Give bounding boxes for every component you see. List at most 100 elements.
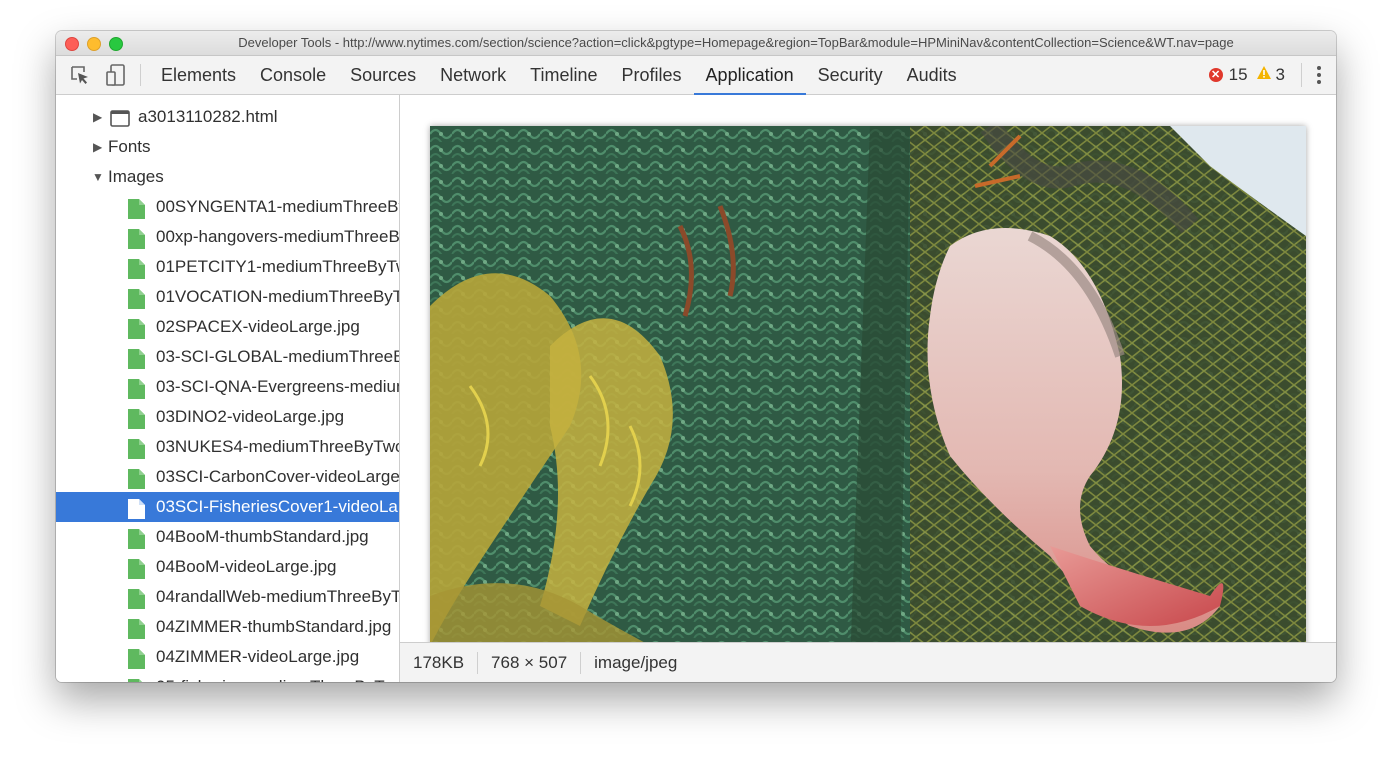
image-file-icon <box>128 349 145 369</box>
image-file-name: 03-SCI-GLOBAL-mediumThreeByTwo <box>156 347 399 366</box>
image-file-name: 04ZIMMER-thumbStandard.jpg <box>156 617 392 636</box>
application-panel: ▶ a3013110282.html ▶ Fonts ▼ Images 00SY… <box>56 95 1336 682</box>
image-file-icon <box>128 499 145 519</box>
image-file-item[interactable]: 02SPACEX-videoLarge.jpg <box>56 312 399 342</box>
image-file-name: 00xp-hangovers-mediumThreeByTwo <box>156 227 399 246</box>
image-file-name: 03SCI-FisheriesCover1-videoLarge.jpg <box>156 497 399 516</box>
image-file-item[interactable]: 03SCI-FisheriesCover1-videoLarge.jpg <box>56 492 399 522</box>
image-file-item[interactable]: 03SCI-CarbonCover-videoLarge.jpg <box>56 462 399 492</box>
image-mime-type: image/jpeg <box>594 652 678 672</box>
preview-image <box>430 119 1306 642</box>
image-file-item[interactable]: 04BooM-videoLarge.jpg <box>56 552 399 582</box>
tree-row-images[interactable]: ▼ Images <box>56 162 399 192</box>
image-file-name: 03-SCI-QNA-Evergreens-mediumThreeByTwo <box>156 377 399 396</box>
zoom-window-button[interactable] <box>109 37 123 51</box>
warning-icon <box>1256 65 1272 85</box>
more-options-icon[interactable] <box>1301 63 1336 87</box>
image-file-name: 03NUKES4-mediumThreeByTwo <box>156 437 399 456</box>
image-file-name: 04BooM-thumbStandard.jpg <box>156 527 369 546</box>
image-file-name: 04randallWeb-mediumThreeByTwo <box>156 587 399 606</box>
image-file-icon <box>128 529 145 549</box>
tree-label: Images <box>108 167 164 186</box>
image-file-icon <box>128 439 145 459</box>
expand-arrow-icon[interactable]: ▶ <box>93 102 102 132</box>
image-file-item[interactable]: 03NUKES4-mediumThreeByTwo <box>56 432 399 462</box>
image-file-icon <box>128 589 145 609</box>
tab-audits[interactable]: Audits <box>895 56 969 94</box>
image-file-item[interactable]: 04BooM-thumbStandard.jpg <box>56 522 399 552</box>
image-file-icon <box>128 649 145 669</box>
image-file-item[interactable]: 03-SCI-QNA-Evergreens-mediumThreeByTwo <box>56 372 399 402</box>
fish-in-net-photo <box>430 119 1306 642</box>
devtools-window: Developer Tools - http://www.nytimes.com… <box>56 31 1336 682</box>
tab-elements[interactable]: Elements <box>149 56 248 94</box>
image-file-item[interactable]: 01VOCATION-mediumThreeByTwo <box>56 282 399 312</box>
image-file-icon <box>128 319 145 339</box>
image-file-name: 01VOCATION-mediumThreeByTwo <box>156 287 399 306</box>
image-file-icon <box>128 259 145 279</box>
error-count: 15 <box>1228 65 1248 84</box>
resource-tree: ▶ a3013110282.html ▶ Fonts ▼ Images 00SY… <box>56 95 400 682</box>
tab-security[interactable]: Security <box>806 56 895 94</box>
warning-count: 3 <box>1275 65 1285 84</box>
minimize-window-button[interactable] <box>87 37 101 51</box>
image-size: 178KB <box>413 652 465 672</box>
preview-status-bar: 178KB 768 × 507 image/jpeg <box>400 642 1336 682</box>
image-file-icon <box>128 619 145 639</box>
toolbar-divider <box>140 64 141 86</box>
image-file-icon <box>128 559 145 579</box>
error-icon: ✕ <box>1208 68 1223 82</box>
image-file-name: 00SYNGENTA1-mediumThreeByTwo <box>156 197 399 216</box>
title-bar: Developer Tools - http://www.nytimes.com… <box>56 31 1336 56</box>
image-file-item[interactable]: 00SYNGENTA1-mediumThreeByTwo <box>56 192 399 222</box>
image-file-icon <box>128 679 142 682</box>
image-file-icon <box>128 409 145 429</box>
image-file-item[interactable]: 01PETCITY1-mediumThreeByTwo <box>56 252 399 282</box>
collapse-arrow-icon[interactable]: ▼ <box>92 162 104 192</box>
image-file-item[interactable]: 04randallWeb-mediumThreeByTwo <box>56 582 399 612</box>
tree-label: Fonts <box>108 137 151 156</box>
cursor-select-icon[interactable] <box>62 56 98 94</box>
image-file-name: 05-fisheries-mediumThreeByTwo <box>156 672 399 682</box>
expand-arrow-icon[interactable]: ▶ <box>93 132 102 162</box>
image-dimensions: 768 × 507 <box>491 652 568 672</box>
image-file-icon <box>128 469 145 489</box>
image-file-item[interactable]: 00xp-hangovers-mediumThreeByTwo <box>56 222 399 252</box>
image-preview <box>400 95 1336 642</box>
tab-sources[interactable]: Sources <box>338 56 428 94</box>
image-file-icon <box>128 289 145 309</box>
image-file-name: 04ZIMMER-videoLarge.jpg <box>156 647 360 666</box>
image-file-item[interactable]: 03DINO2-videoLarge.jpg <box>56 402 399 432</box>
image-file-item[interactable]: 04ZIMMER-thumbStandard.jpg <box>56 612 399 642</box>
devtools-toolbar: Elements Console Sources Network Timelin… <box>56 56 1336 95</box>
image-file-name: 02SPACEX-videoLarge.jpg <box>156 317 360 336</box>
tab-console[interactable]: Console <box>248 56 338 94</box>
error-counter[interactable]: ✕ 15 <box>1208 65 1248 85</box>
image-file-icon <box>128 199 145 219</box>
image-file-icon <box>128 229 145 249</box>
image-file-item[interactable]: 03-SCI-GLOBAL-mediumThreeByTwo <box>56 342 399 372</box>
image-file-name: 03SCI-CarbonCover-videoLarge.jpg <box>156 467 399 486</box>
image-file-item[interactable]: 05-fisheries-mediumThreeByTwo <box>56 672 399 682</box>
image-file-item[interactable]: 04ZIMMER-videoLarge.jpg <box>56 642 399 672</box>
image-file-name: 03DINO2-videoLarge.jpg <box>156 407 345 426</box>
window-controls <box>65 37 123 51</box>
device-mode-icon[interactable] <box>98 56 134 94</box>
tab-timeline[interactable]: Timeline <box>518 56 609 94</box>
frame-icon <box>110 110 130 127</box>
tree-row-frame-file[interactable]: ▶ a3013110282.html <box>56 102 399 132</box>
tab-application[interactable]: Application <box>693 56 806 95</box>
tree-row-partial <box>56 95 399 102</box>
window-title: Developer Tools - http://www.nytimes.com… <box>238 35 1234 50</box>
tree-label: a3013110282.html <box>138 107 278 126</box>
tab-profiles[interactable]: Profiles <box>610 56 694 94</box>
image-file-icon <box>128 379 145 399</box>
panel-tabs: Elements Console Sources Network Timelin… <box>149 56 969 95</box>
toolbar-status: ✕ 15 3 <box>1208 56 1336 94</box>
image-list: 00SYNGENTA1-mediumThreeByTwo 00xp-hangove… <box>56 192 399 682</box>
close-window-button[interactable] <box>65 37 79 51</box>
image-file-name: 01PETCITY1-mediumThreeByTwo <box>156 257 399 276</box>
tab-network[interactable]: Network <box>428 56 518 94</box>
tree-row-fonts[interactable]: ▶ Fonts <box>56 132 399 162</box>
warning-counter[interactable]: 3 <box>1256 65 1285 85</box>
